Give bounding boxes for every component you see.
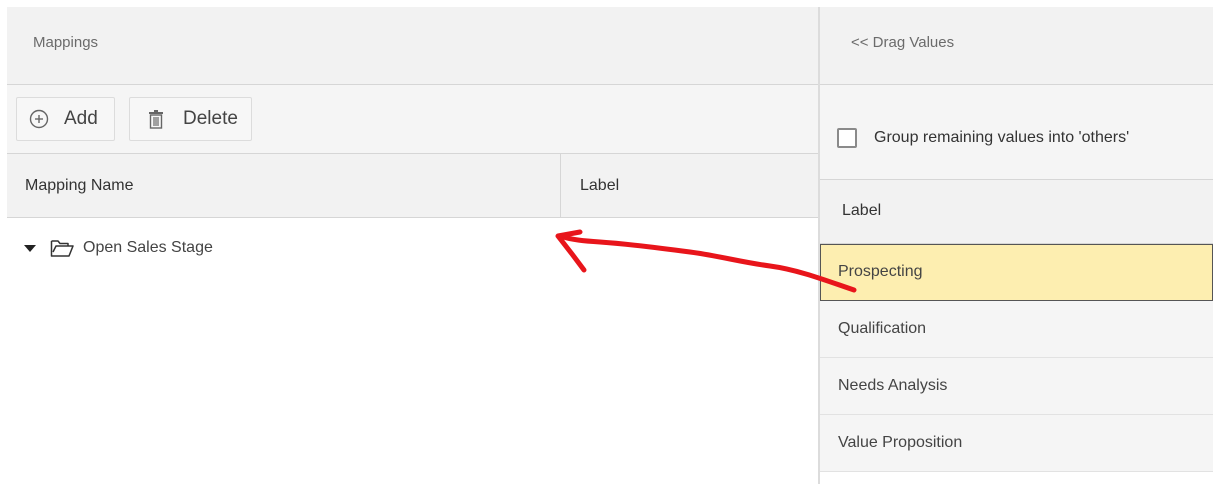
- mappings-title: Mappings: [33, 34, 99, 51]
- folder-open-icon: [50, 238, 74, 258]
- value-item-label: Value Proposition: [838, 434, 963, 451]
- values-column-header: Label: [820, 180, 1213, 244]
- trash-icon: [145, 108, 167, 130]
- values-column-header-label: Label: [842, 202, 882, 219]
- delete-button-label: Delete: [183, 108, 238, 129]
- mappings-header: Mappings: [7, 7, 818, 85]
- value-item-label: Qualification: [838, 320, 927, 337]
- add-button-label: Add: [64, 108, 98, 129]
- delete-button[interactable]: Delete: [129, 97, 252, 141]
- mappings-toolbar: Add Delete: [7, 85, 818, 154]
- value-item-qualification[interactable]: Qualification: [820, 301, 1213, 358]
- value-item-label: Prospecting: [838, 263, 923, 280]
- column-header-mapping-name[interactable]: Mapping Name: [25, 177, 134, 195]
- mappings-column-headers: Mapping Name Label: [7, 154, 818, 218]
- mappings-panel: Mappings Add Delete Mapping Name Label O…: [7, 7, 818, 484]
- value-item-prospecting[interactable]: Prospecting: [820, 244, 1213, 301]
- group-others-row: Group remaining values into 'others': [820, 85, 1213, 180]
- group-others-checkbox[interactable]: [837, 128, 857, 148]
- value-item-label: Needs Analysis: [838, 377, 948, 394]
- plus-circle-icon: [28, 108, 50, 130]
- drag-values-title[interactable]: << Drag Values: [851, 34, 954, 51]
- value-item-needs-analysis[interactable]: Needs Analysis: [820, 358, 1213, 415]
- drag-values-panel: << Drag Values Group remaining values in…: [820, 7, 1213, 484]
- group-others-label[interactable]: Group remaining values into 'others': [874, 129, 1129, 147]
- values-list: Prospecting Qualification Needs Analysis…: [820, 244, 1213, 472]
- value-item-value-proposition[interactable]: Value Proposition: [820, 415, 1213, 472]
- add-button[interactable]: Add: [16, 97, 115, 141]
- column-resize-handle[interactable]: [560, 154, 561, 217]
- caret-down-icon[interactable]: [24, 244, 36, 252]
- tree-node-label[interactable]: Open Sales Stage: [83, 239, 213, 257]
- drag-values-header: << Drag Values: [820, 7, 1213, 85]
- column-header-label[interactable]: Label: [580, 177, 619, 195]
- tree-node-open-sales-stage[interactable]: Open Sales Stage: [24, 237, 213, 259]
